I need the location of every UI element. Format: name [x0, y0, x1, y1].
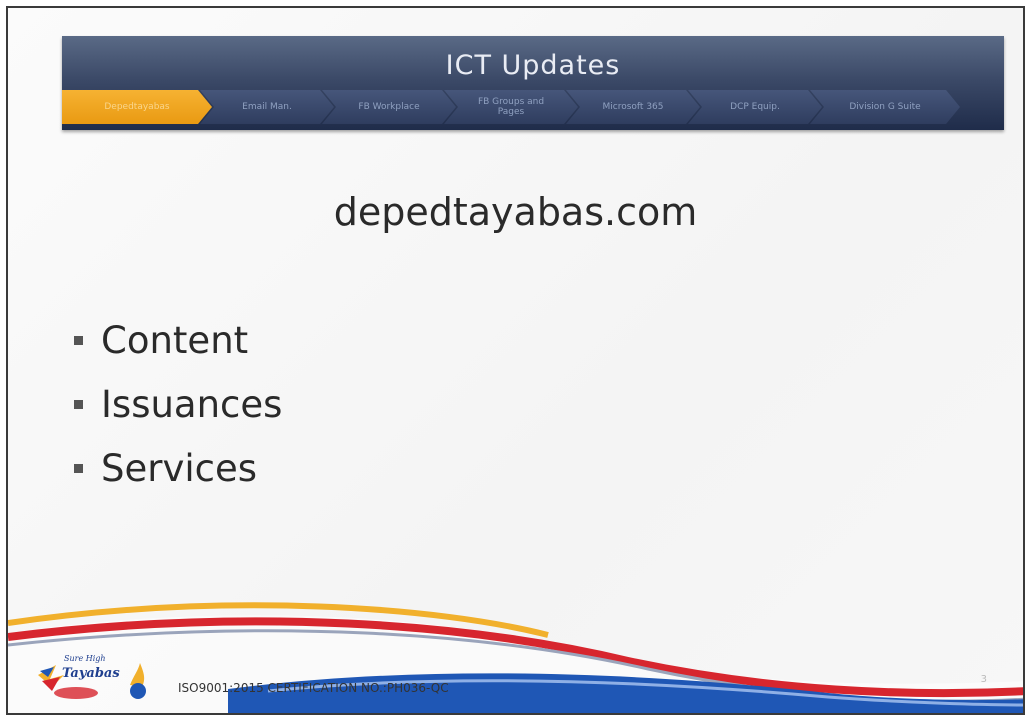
nav-item-label: DCP Equip. — [730, 102, 780, 112]
footer-swoosh — [8, 602, 1023, 713]
bullet-text: Content — [101, 318, 249, 362]
square-bullet-icon — [74, 335, 83, 345]
site-title: depedtayabas.com — [333, 190, 698, 234]
nav-item-label: Email Man. — [242, 102, 292, 112]
nav-item-label: FB Groups and Pages — [477, 97, 545, 117]
nav-item-label: Depedtayabas — [104, 102, 170, 112]
nav-item-dcp-equip[interactable]: DCP Equip. — [688, 90, 822, 124]
square-bullet-icon — [74, 463, 83, 473]
bullet-item: Services — [74, 436, 282, 500]
svg-text:Sure High: Sure High — [64, 654, 106, 663]
bullet-item: Issuances — [74, 372, 282, 436]
nav-item-email[interactable]: Email Man. — [200, 90, 334, 124]
nav-breadcrumb: Depedtayabas Email Man. FB Workplace FB … — [62, 90, 1004, 124]
header-band: ICT Updates Depedtayabas Email Man. FB W… — [62, 36, 1004, 130]
certification-text: ISO9001:2015 CERTIFICATION NO.:PH036-QC — [178, 681, 449, 695]
nav-item-microsoft-365[interactable]: Microsoft 365 — [566, 90, 700, 124]
nav-item-label: Division G Suite — [849, 102, 921, 112]
bullet-item: Content — [74, 308, 282, 372]
slide: ICT Updates Depedtayabas Email Man. FB W… — [6, 6, 1025, 715]
nav-item-depedtayabas[interactable]: Depedtayabas — [62, 90, 212, 124]
nav-item-label: FB Workplace — [358, 102, 420, 112]
nav-item-fb-workplace[interactable]: FB Workplace — [322, 90, 456, 124]
nav-item-label: Microsoft 365 — [602, 102, 664, 112]
sure-high-tayabas-logo: Sure High Tayabas — [38, 654, 146, 699]
bullet-text: Issuances — [101, 382, 283, 426]
nav-item-fb-groups[interactable]: FB Groups and Pages — [444, 90, 578, 124]
bullet-list: Content Issuances Services — [74, 308, 282, 500]
bullet-text: Services — [101, 446, 258, 490]
slide-header-title: ICT Updates — [445, 50, 621, 81]
square-bullet-icon — [74, 399, 83, 409]
nav-item-division-gsuite[interactable]: Division G Suite — [810, 90, 960, 124]
page-number: 3 — [980, 674, 987, 685]
svg-text:Tayabas: Tayabas — [62, 666, 120, 681]
